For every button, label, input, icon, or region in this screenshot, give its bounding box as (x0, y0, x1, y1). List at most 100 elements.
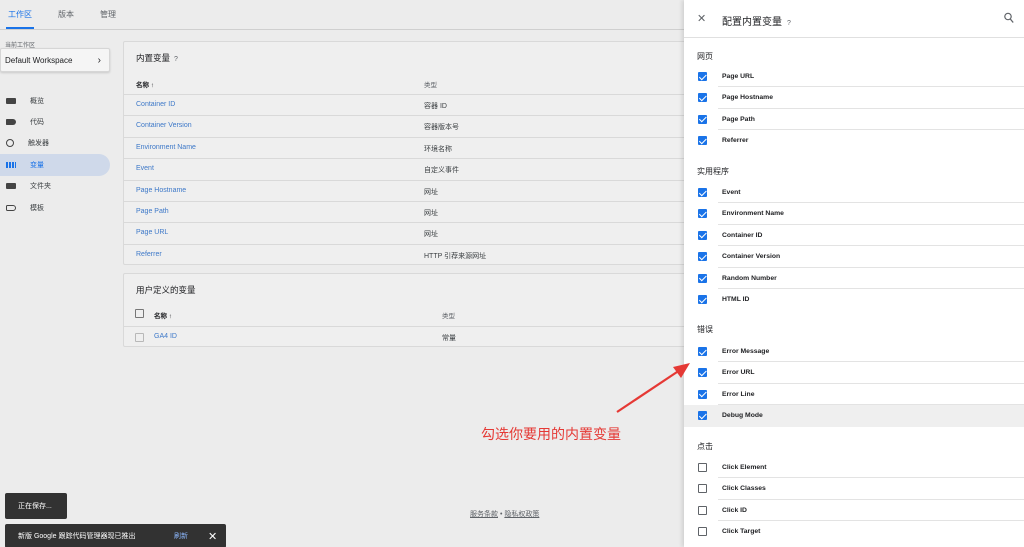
variable-option[interactable]: Error URL (684, 362, 1024, 384)
checkbox[interactable] (698, 72, 707, 81)
variable-option[interactable]: Page Hostname (684, 87, 1024, 109)
variable-option[interactable]: Random Number (684, 268, 1024, 289)
sidebar-item-folders[interactable]: 文件夹 (0, 176, 110, 197)
checkbox[interactable] (698, 463, 707, 472)
option-label: Page URL (722, 73, 755, 80)
table-row[interactable]: GA4 ID 常量 (124, 326, 692, 347)
option-label: Environment Name (722, 210, 784, 218)
variable-name-link[interactable]: Page Hostname (136, 187, 186, 194)
table-row[interactable]: Page Path 网址 (124, 201, 692, 222)
sidebar-item-label: 变量 (30, 161, 44, 169)
panel-header: ✕ 配置内置变量? (684, 0, 1024, 38)
checkbox[interactable] (698, 295, 707, 304)
annotation-text: 勾选你要用的内置变量 (481, 427, 621, 443)
help-icon[interactable]: ? (787, 20, 791, 27)
saving-toast: 正在保存... (5, 493, 67, 519)
checkbox[interactable] (698, 527, 707, 537)
option-label: Page Hostname (722, 94, 773, 102)
help-icon[interactable]: ? (174, 56, 178, 63)
checkbox[interactable] (698, 273, 707, 283)
tab-versions[interactable]: 版本 (56, 9, 86, 29)
variable-option[interactable]: Click Classes (684, 478, 1024, 500)
sidebar-item-overview[interactable]: 概览 (0, 90, 110, 111)
checkbox[interactable] (698, 252, 707, 262)
variable-name-link[interactable]: Event (136, 165, 154, 172)
variable-option[interactable]: Event (684, 182, 1024, 204)
variable-name-link[interactable]: Environment Name (136, 144, 196, 151)
table-row[interactable]: Page URL 网址 (124, 222, 692, 243)
checkbox[interactable] (698, 347, 707, 356)
table-row[interactable]: Referrer HTTP 引荐来源网址 (124, 243, 692, 265)
option-label: Page Path (722, 115, 755, 123)
checkbox[interactable] (698, 136, 707, 146)
variable-option[interactable]: Page Path (684, 109, 1024, 131)
checkbox[interactable] (698, 505, 707, 515)
trigger-icon (6, 139, 14, 148)
row-checkbox[interactable] (135, 333, 144, 342)
refresh-button[interactable]: 刷新 (174, 531, 188, 541)
close-icon[interactable]: ✕ (697, 12, 706, 25)
variable-option[interactable]: Click Target (684, 521, 1024, 542)
table-row[interactable]: Container ID 容器 ID (124, 94, 692, 115)
tab-workspace[interactable]: 工作区 (6, 9, 44, 29)
variable-name-link[interactable]: Container ID (136, 101, 175, 108)
variable-option[interactable]: Error Message (684, 341, 1024, 363)
checkbox[interactable] (698, 484, 707, 494)
variable-option[interactable]: Click Element (684, 457, 1024, 479)
terms-link[interactable]: 服务条款 (470, 511, 498, 518)
option-label: Event (722, 189, 741, 196)
checkbox[interactable] (698, 114, 707, 124)
section-heading-utilities: 实用程序 (697, 167, 729, 176)
variable-option[interactable]: Click ID (684, 500, 1024, 522)
sidebar-item-label: 触发器 (28, 140, 49, 148)
tab-admin[interactable]: 管理 (98, 9, 128, 29)
variable-option[interactable]: Container Version (684, 246, 1024, 268)
variable-option[interactable]: Referrer (684, 130, 1024, 151)
checkbox[interactable] (698, 389, 707, 399)
sidebar-item-variables[interactable]: 变量 (0, 154, 110, 176)
sidebar-item-tags[interactable]: 代码 (0, 111, 110, 132)
table-row[interactable]: Environment Name 环境名称 (124, 136, 692, 158)
select-all-checkbox[interactable] (135, 309, 144, 318)
option-label: Click Target (722, 528, 761, 536)
checkbox[interactable] (698, 93, 707, 103)
variable-option[interactable]: HTML ID (684, 289, 1024, 310)
sidebar-item-triggers[interactable]: 触发器 (0, 133, 110, 154)
checkbox[interactable] (698, 368, 707, 378)
column-header-name[interactable]: 名称 ↑ (154, 310, 172, 320)
variables-icon (6, 161, 16, 168)
option-label: Click ID (722, 506, 747, 514)
table-row[interactable]: Container Version 容器版本号 (124, 115, 692, 136)
checkbox[interactable] (698, 411, 707, 421)
variable-option[interactable]: Environment Name (684, 203, 1024, 225)
checkbox[interactable] (698, 188, 707, 197)
variable-type: 容器版本号 (424, 124, 459, 132)
sidebar-item-templates[interactable]: 模板 (0, 197, 110, 218)
privacy-link[interactable]: 隐私权政策 (504, 511, 539, 518)
option-label: Click Element (722, 464, 767, 471)
variable-name-link[interactable]: Referrer (136, 251, 162, 258)
variable-option[interactable]: Error Line (684, 384, 1024, 406)
section-heading-clicks: 点击 (697, 442, 713, 451)
checkbox[interactable] (698, 230, 707, 240)
variable-option[interactable]: Page URL (684, 66, 1024, 88)
option-label: Error Message (722, 348, 770, 355)
variable-name-link[interactable]: Container Version (136, 122, 192, 129)
workspace-selector[interactable]: Default Workspace › (0, 48, 110, 72)
close-icon[interactable]: ✕ (208, 530, 217, 543)
checkbox[interactable] (698, 209, 707, 219)
notice-text: 新版 Google 跟踪代码管理器现已推出 (18, 533, 136, 540)
variable-name-link[interactable]: GA4 ID (154, 333, 177, 340)
column-header-name[interactable]: 名称 ↑ (136, 79, 154, 89)
table-row[interactable]: Event 自定义事件 (124, 158, 692, 179)
variable-type: 环境名称 (424, 145, 452, 153)
variable-option[interactable]: Container ID (684, 225, 1024, 247)
option-label: Error URL (722, 369, 755, 377)
table-row[interactable]: Page Hostname 网址 (124, 179, 692, 201)
option-label: HTML ID (722, 296, 750, 303)
search-icon[interactable] (1004, 12, 1014, 24)
variable-name-link[interactable]: Page Path (136, 208, 169, 215)
variable-option[interactable]: Debug Mode (684, 405, 1024, 427)
variable-name-link[interactable]: Page URL (136, 229, 168, 236)
footer-separator: • (499, 511, 503, 518)
